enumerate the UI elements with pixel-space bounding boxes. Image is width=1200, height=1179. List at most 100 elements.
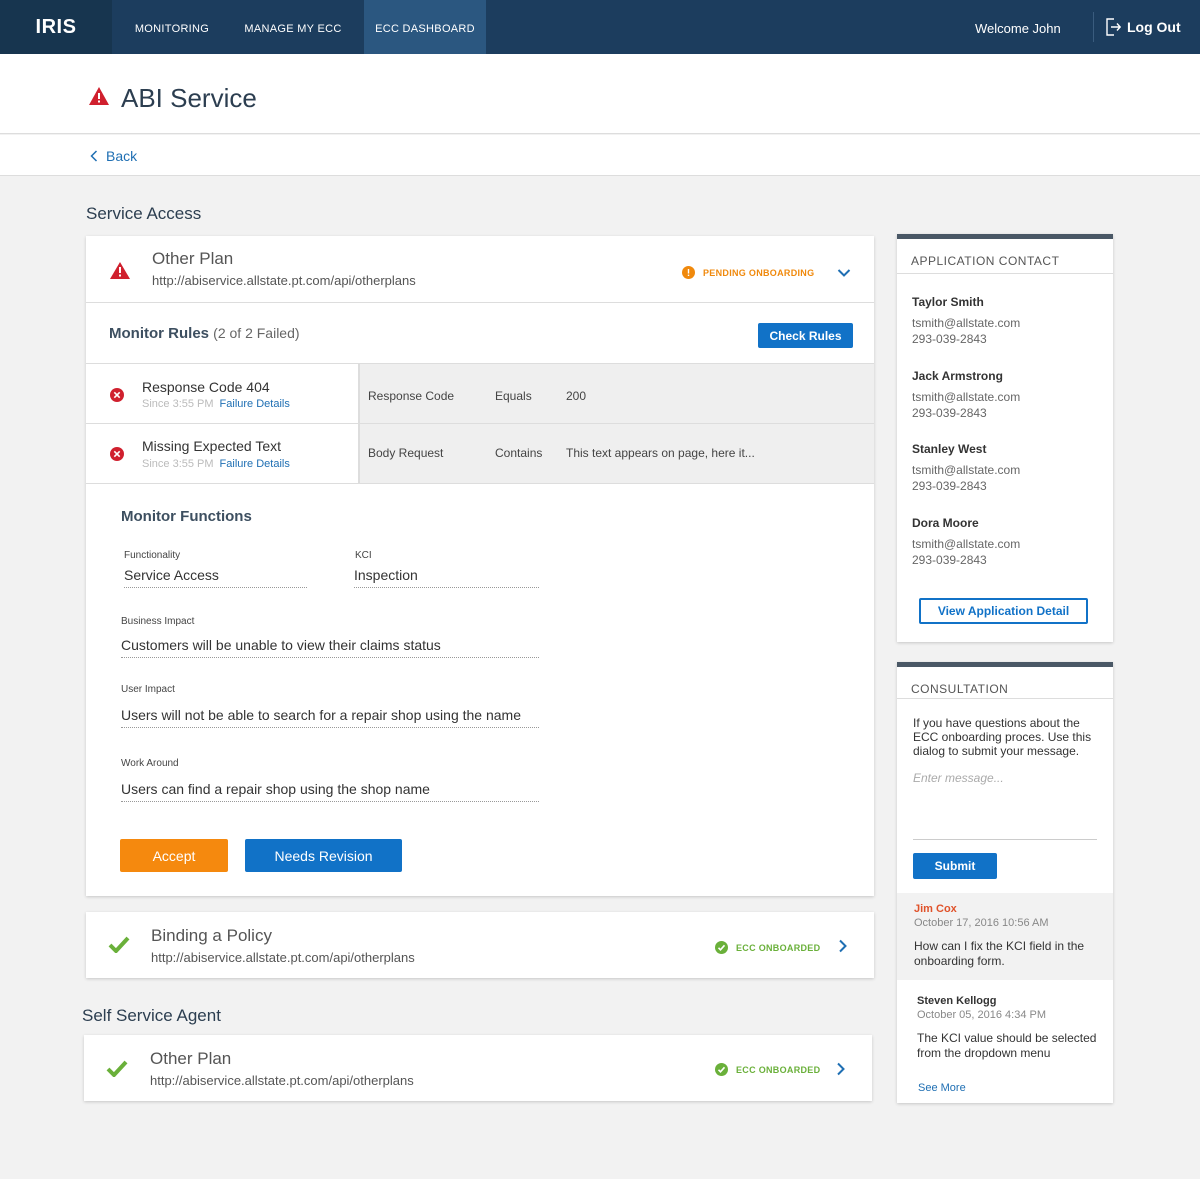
alert-circle-icon: [682, 266, 695, 279]
contact-name: Dora Moore: [912, 516, 979, 530]
rule-field: Body Request: [368, 446, 444, 460]
submit-button[interactable]: Submit: [913, 853, 997, 879]
back-link[interactable]: Back: [90, 148, 137, 164]
logout-label: Log Out: [1127, 19, 1181, 35]
functionality-label: Functionality: [124, 550, 181, 561]
rule-value: 200: [566, 389, 587, 403]
monitor-rules-title: Monitor Rules (2 of 2 Failed): [109, 325, 300, 342]
rule-name: Response Code 404: [142, 379, 270, 395]
functionality-field[interactable]: Service Access: [124, 567, 307, 588]
contact-phone: 293-039-2843: [912, 332, 987, 346]
contact-entry: Taylor Smith tsmith@allstate.com 293-039…: [912, 295, 1020, 347]
contact-name: Jack Armstrong: [912, 369, 1003, 383]
binding-policy-card[interactable]: Binding a Policy http://abiservice.allst…: [86, 912, 874, 978]
kci-label: KCI: [355, 550, 372, 561]
consultation-title: CONSULTATION: [911, 682, 1009, 696]
check-circle-icon: [715, 941, 728, 954]
plan-name: Binding a Policy: [151, 926, 272, 945]
view-application-detail-button[interactable]: View Application Detail: [919, 598, 1088, 624]
nav-monitoring[interactable]: MONITORING: [112, 0, 232, 54]
nav-ecc-dashboard[interactable]: ECC DASHBOARD: [364, 0, 486, 54]
self-service-plan-card[interactable]: Other Plan http://abiservice.allstate.pt…: [84, 1035, 872, 1101]
consultation-card: CONSULTATION If you have questions about…: [897, 662, 1113, 1103]
monitor-functions-title: Monitor Functions: [121, 508, 252, 525]
status-label: ECC ONBOARDED: [736, 1064, 821, 1075]
back-bar: [0, 135, 1200, 176]
service-access-card: Other Plan http://abiservice.allstate.pt…: [86, 236, 874, 896]
check-rules-button[interactable]: Check Rules: [758, 323, 853, 348]
needs-revision-button[interactable]: Needs Revision: [245, 839, 402, 872]
rule-since-time: Since 3:55 PM: [142, 398, 214, 410]
plan-url: http://abiservice.allstate.pt.com/api/ot…: [152, 273, 416, 288]
message-placeholder: Enter message...: [913, 771, 1004, 785]
logout-button[interactable]: Log Out: [1105, 0, 1181, 54]
iris-logo[interactable]: IRIS: [0, 0, 112, 54]
failure-details-link[interactable]: Failure Details: [220, 398, 290, 410]
plan-url: http://abiservice.allstate.pt.com/api/ot…: [150, 1073, 414, 1088]
failure-details-link[interactable]: Failure Details: [220, 458, 290, 470]
service-access-heading: Service Access: [86, 204, 202, 223]
contact-email[interactable]: tsmith@allstate.com: [912, 462, 1020, 478]
nav-manage-my-ecc[interactable]: MANAGE MY ECC: [232, 0, 354, 54]
rule-criteria-1: Response Code Equals 200: [358, 364, 874, 423]
divider: [86, 302, 874, 303]
chevron-down-icon[interactable]: [837, 268, 851, 278]
status-label: PENDING ONBOARDING: [703, 267, 815, 278]
back-label: Back: [106, 148, 138, 164]
message-body: The KCI value should be selected from th…: [917, 1031, 1097, 1060]
logout-icon: [1106, 18, 1121, 36]
message-item: Steven Kellogg October 05, 2016 4:34 PM …: [897, 985, 1113, 1105]
check-circle-icon: [715, 1063, 728, 1076]
status-label: ECC ONBOARDED: [736, 942, 821, 953]
message-input[interactable]: Enter message...: [913, 771, 1097, 840]
chevron-right-icon[interactable]: [836, 1062, 846, 1076]
work-around-field[interactable]: Users can find a repair shop using the s…: [121, 781, 539, 802]
contact-email[interactable]: tsmith@allstate.com: [912, 389, 1020, 405]
status-badge: PENDING ONBOARDING: [682, 266, 814, 279]
rule-since-time: Since 3:55 PM: [142, 458, 214, 470]
warning-icon: [110, 262, 130, 279]
checkmark-icon: [108, 936, 130, 953]
application-contact-card: APPLICATION CONTACT Taylor Smith tsmith@…: [897, 234, 1113, 642]
contact-name: Stanley West: [912, 442, 987, 456]
self-service-heading: Self Service Agent: [82, 1006, 221, 1025]
welcome-text: Welcome John: [975, 20, 1061, 36]
monitor-rules-count: (2 of 2 Failed): [213, 325, 300, 341]
rule-row-1: Response Code 404 Since 3:55 PM Failure D…: [86, 364, 358, 423]
user-impact-field[interactable]: Users will not be able to search for a r…: [121, 707, 539, 728]
user-impact-label: User Impact: [121, 684, 175, 695]
plan-name: Other Plan: [150, 1049, 232, 1068]
contact-entry: Stanley West tsmith@allstate.com 293-039…: [912, 442, 1020, 494]
contact-phone: 293-039-2843: [912, 479, 987, 493]
contact-email[interactable]: tsmith@allstate.com: [912, 536, 1020, 552]
status-badge: ECC ONBOARDED: [715, 941, 820, 954]
rule-field: Response Code: [368, 389, 455, 403]
consultation-instructions: If you have questions about the ECC onbo…: [913, 716, 1092, 758]
rule-criteria-2: Body Request Contains This text appears …: [358, 424, 874, 483]
plan-name: Other Plan: [152, 249, 234, 268]
message-author: Steven Kellogg: [917, 995, 997, 1007]
contact-email[interactable]: tsmith@allstate.com: [912, 315, 1020, 331]
chevron-left-icon: [90, 150, 98, 162]
accept-button[interactable]: Accept: [120, 839, 228, 872]
business-impact-field[interactable]: Customers will be unable to view their c…: [121, 637, 539, 658]
rule-since: Since 3:55 PM Failure Details: [142, 458, 290, 470]
message-author: Jim Cox: [914, 903, 957, 915]
rule-operator: Equals: [495, 389, 532, 403]
rule-row-2: Missing Expected Text Since 3:55 PM Failu…: [86, 424, 358, 483]
business-impact-label: Business Impact: [121, 616, 195, 627]
warning-icon: [89, 87, 109, 105]
contact-phone: 293-039-2843: [912, 406, 987, 420]
application-contact-title: APPLICATION CONTACT: [911, 254, 1060, 268]
rule-since: Since 3:55 PM Failure Details: [142, 398, 290, 410]
plan-url: http://abiservice.allstate.pt.com/api/ot…: [151, 950, 415, 965]
message-body: How can I fix the KCI field in the onboa…: [914, 939, 1085, 968]
chevron-right-icon[interactable]: [838, 939, 848, 953]
see-more-link[interactable]: See More: [918, 1082, 966, 1094]
message-date: October 05, 2016 4:34 PM: [917, 1009, 1047, 1021]
checkmark-icon: [106, 1060, 128, 1077]
divider: [897, 698, 1113, 699]
monitor-rules-title-text: Monitor Rules: [109, 325, 209, 342]
error-circle-icon: [110, 447, 124, 461]
kci-field[interactable]: Inspection: [354, 567, 539, 588]
